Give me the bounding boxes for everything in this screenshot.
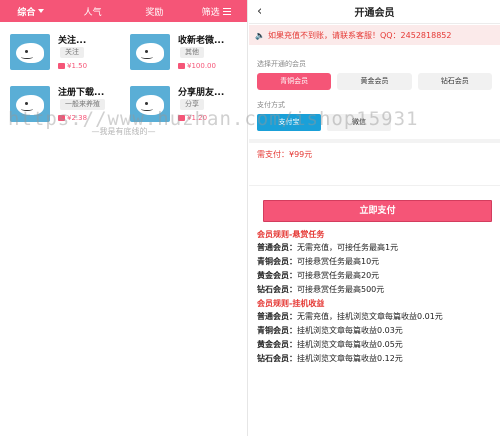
pay-method-label: 支付方式: [257, 101, 285, 109]
task-card[interactable]: 收新老微... 其他 ¥100.00: [120, 28, 234, 76]
rule-line: 青铜会员：挂机浏览文章每篇收益0.03元: [257, 326, 403, 335]
page-title: 开通会员: [354, 8, 395, 19]
tab-label: 综合: [17, 7, 36, 18]
membership-panel: ‹ 开通会员 🔈 如果充值不到账，请联系客服！QQ：2452818852 选择开…: [249, 0, 500, 436]
tab-filter[interactable]: 筛选: [185, 5, 247, 18]
whale-thumbnail-icon: [130, 86, 170, 122]
task-tag: 关注: [60, 47, 84, 58]
task-title: 收新老微...: [178, 36, 225, 46]
tab-comprehensive[interactable]: 综合: [0, 5, 62, 18]
task-price: ¥2.38: [58, 114, 87, 122]
pay-now-button[interactable]: 立即支付: [263, 200, 492, 222]
rule-line: 黄金会员：挂机浏览文章每篇收益0.05元: [257, 340, 403, 349]
section-divider: [249, 139, 500, 143]
task-tag: 一般来养殖: [60, 99, 105, 110]
tab-reward[interactable]: 奖励: [124, 5, 186, 18]
task-price: ¥1.50: [58, 62, 87, 70]
recharge-notice: 🔈 如果充值不到账，请联系客服！QQ：2452818852: [249, 25, 500, 45]
rules-heading: 会员规则-悬赏任务: [257, 230, 325, 239]
tab-label: 奖励: [145, 7, 164, 18]
filter-icon: [222, 7, 231, 15]
task-tag: 其他: [180, 47, 204, 58]
task-card[interactable]: 关注... 关注 ¥1.50: [0, 28, 114, 76]
back-arrow-icon[interactable]: ‹: [257, 4, 262, 19]
rule-line: 钻石会员：可接悬赏任务最高500元: [257, 285, 385, 294]
membership-header: ‹ 开通会员: [249, 0, 500, 24]
tier-diamond-button[interactable]: 钻石会员: [417, 73, 492, 90]
rule-line: 青铜会员：可接悬赏任务最高10元: [257, 257, 380, 266]
rule-line: 普通会员：无需充值，可接任务最高1元: [257, 243, 399, 252]
membership-rules: 会员规则-悬赏任务 普通会员：无需充值，可接任务最高1元 青铜会员：可接悬赏任务…: [257, 228, 494, 366]
caret-down-icon: [38, 9, 45, 13]
speaker-icon: 🔈: [255, 30, 265, 40]
task-title: 关注...: [58, 36, 87, 46]
tier-gold-button[interactable]: 黄金会员: [337, 73, 412, 90]
rule-line: 钻石会员：挂机浏览文章每篇收益0.12元: [257, 354, 403, 363]
tab-label: 筛选: [201, 7, 220, 18]
end-of-list-text: —我是有底线的—: [91, 127, 156, 136]
tier-label: 选择开通的会员: [257, 60, 306, 68]
task-price: ¥1.20: [178, 114, 207, 122]
whale-thumbnail-icon: [10, 34, 50, 70]
task-list-panel: 综合 人气 奖励 筛选 关注... 关注 ¥1.50 收新老微... 其他 ¥1…: [0, 0, 248, 436]
task-grid: 关注... 关注 ¥1.50 收新老微... 其他 ¥100.00 注册下载..…: [0, 22, 247, 142]
coin-icon: [178, 63, 185, 69]
tab-popularity[interactable]: 人气: [62, 5, 124, 18]
tier-bronze-button[interactable]: 青铜会员: [257, 73, 332, 90]
pay-wechat-button[interactable]: 微信: [327, 114, 391, 131]
coin-icon: [58, 115, 65, 121]
coin-icon: [178, 115, 185, 121]
whale-thumbnail-icon: [130, 34, 170, 70]
task-title: 注册下载...: [58, 88, 105, 98]
notice-text: 如果充值不到账，请联系客服！QQ：2452818852: [267, 30, 452, 40]
rule-line: 黄金会员：可接悬赏任务最高20元: [257, 271, 380, 280]
task-price: ¥100.00: [178, 62, 216, 70]
tab-label: 人气: [83, 7, 102, 18]
payable-amount: 需支付：¥99元: [257, 150, 313, 159]
pay-method-options: 支付宝 微信: [257, 114, 492, 131]
task-card[interactable]: 注册下载... 一般来养殖 ¥2.38: [0, 80, 114, 128]
pay-alipay-button[interactable]: 支付宝: [257, 114, 321, 131]
rule-line: 普通会员：无需充值，挂机浏览文章每篇收益0.01元: [257, 312, 443, 321]
task-title: 分享朋友...: [178, 88, 225, 98]
tier-options: 青铜会员 黄金会员 钻石会员: [257, 73, 492, 90]
whale-thumbnail-icon: [10, 86, 50, 122]
task-tag: 分享: [180, 99, 204, 110]
task-card[interactable]: 分享朋友... 分享 ¥1.20: [120, 80, 234, 128]
section-divider: [249, 160, 500, 186]
rules-heading: 会员规则-挂机收益: [257, 299, 325, 308]
sort-tabs-bar: 综合 人气 奖励 筛选: [0, 0, 247, 22]
coin-icon: [58, 63, 65, 69]
